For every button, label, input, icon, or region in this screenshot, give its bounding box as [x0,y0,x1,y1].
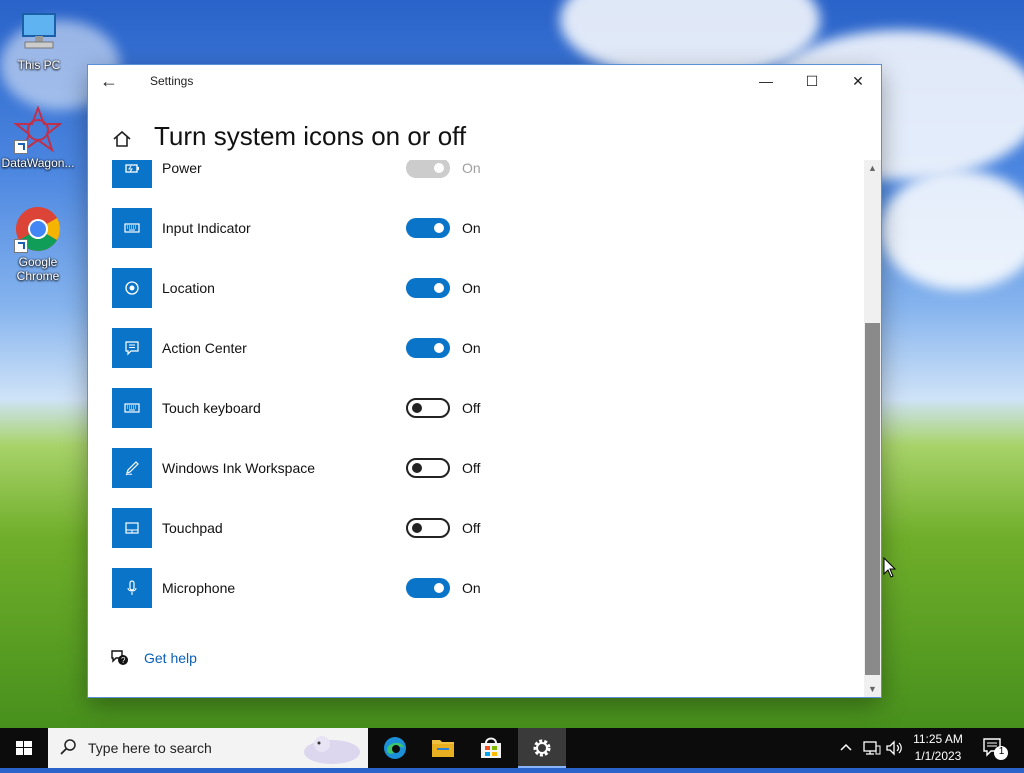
setting-label: Touchpad [162,520,223,536]
action-center-toggle[interactable] [406,338,450,358]
setting-row-touch-keyboard: Touch keyboard Off [112,388,512,428]
back-button[interactable]: ← [100,71,124,91]
search-placeholder: Type here to search [88,740,212,756]
maximize-button[interactable]: ☐ [789,65,835,97]
datawagon-logo-icon [13,105,63,154]
touch-keyboard-icon [112,388,152,428]
taskbar-store[interactable] [467,728,515,768]
taskbar-file-explorer[interactable] [419,728,467,768]
power-toggle [406,160,450,178]
setting-label: Input Indicator [162,220,251,236]
shortcut-arrow-icon [14,140,28,154]
taskbar-search-box[interactable]: Type here to search [48,728,368,768]
power-icon [112,160,152,188]
taskbar-clock[interactable]: 11:25 AM 1/1/2023 [900,731,976,765]
toggle-state: On [462,160,481,176]
notification-icon [983,738,1008,760]
microphone-icon [112,568,152,608]
touchpad-toggle[interactable] [406,518,450,538]
taskbar-edge[interactable] [371,728,419,768]
toggle-state: On [462,580,481,596]
touchpad-icon [112,508,152,548]
toggle-state: Off [462,400,481,416]
edge-icon [384,737,406,759]
desktop-icon-label: Google Chrome [16,255,60,283]
minimize-button[interactable]: — [743,65,789,97]
mouse-cursor-icon [883,556,897,584]
scroll-up-arrow[interactable]: ▲ [864,160,881,176]
title-bar[interactable]: ← Settings — ☐ ✕ [88,65,881,97]
svg-text:?: ? [121,656,126,665]
scroll-down-arrow[interactable]: ▼ [864,681,881,697]
setting-label: Power [162,160,202,176]
setting-row-location: Location On [112,268,512,308]
location-toggle[interactable] [406,278,450,298]
scrollbar[interactable]: ▲ ▼ [864,160,881,697]
desktop-icon-this-pc[interactable]: This PC [1,8,77,72]
setting-label: Location [162,280,215,296]
close-button[interactable]: ✕ [835,65,881,97]
show-hidden-icons-chevron-icon[interactable] [838,738,854,758]
chrome-icon [14,205,62,253]
computer-icon [15,8,63,56]
keyboard-icon [112,208,152,248]
shortcut-arrow-icon [14,239,28,253]
settings-window: ← Settings — ☐ ✕ Turn system icons on or… [88,65,881,697]
store-icon [481,737,501,758]
desktop-icon-label: DataWagon... [1,156,75,170]
network-icon[interactable] [862,738,882,758]
setting-label: Touch keyboard [162,400,261,416]
windows-logo-icon [16,741,32,755]
setting-label: Windows Ink Workspace [162,460,316,476]
notification-count: 1 [998,746,1005,757]
touch-keyboard-toggle[interactable] [406,398,450,418]
toggle-state: Off [462,520,481,536]
setting-row-touchpad: Touchpad Off [112,508,512,548]
start-button[interactable] [0,728,48,768]
window-title: Settings [150,74,194,88]
search-icon [60,738,78,761]
desktop-icon-datawagon[interactable]: DataWagon... [0,105,76,170]
taskbar: Type here to search 11:25 AM 1/1/2023 1 [0,728,1024,768]
pen-icon [112,448,152,488]
setting-label: Microphone [162,580,236,596]
clock-date: 1/1/2023 [914,749,962,763]
scroll-thumb[interactable] [865,323,880,675]
setting-row-input-indicator: Input Indicator On [112,208,512,248]
home-icon[interactable] [112,129,132,149]
input-indicator-toggle[interactable] [406,218,450,238]
setting-row-action-center: Action Center On [112,328,512,368]
setting-row-power: Power On [112,160,512,188]
setting-row-microphone: Microphone On [112,568,512,608]
page-title: Turn system icons on or off [154,121,467,151]
gear-icon [533,739,551,757]
get-help-link[interactable]: Get help [144,650,197,666]
toggle-state: On [462,220,481,236]
windows-ink-toggle[interactable] [406,458,450,478]
notifications-button[interactable]: 1 [980,734,1010,762]
action-center-icon [112,328,152,368]
search-highlight-icon [292,730,364,771]
help-chat-icon: ? [110,649,130,667]
taskbar-settings[interactable] [518,728,566,768]
toggle-state: On [462,340,481,356]
clock-time: 11:25 AM [913,732,963,746]
microphone-toggle[interactable] [406,578,450,598]
setting-row-windows-ink: Windows Ink Workspace Off [112,448,512,488]
toggle-state: On [462,280,481,296]
setting-label: Action Center [162,340,247,356]
settings-list: Power On Input Indicator On Location On … [88,160,864,697]
location-icon [112,268,152,308]
desktop-icon-chrome[interactable]: Google Chrome [0,205,76,283]
toggle-state: Off [462,460,481,476]
desktop-icon-label: This PC [17,58,61,72]
folder-icon [432,740,454,757]
